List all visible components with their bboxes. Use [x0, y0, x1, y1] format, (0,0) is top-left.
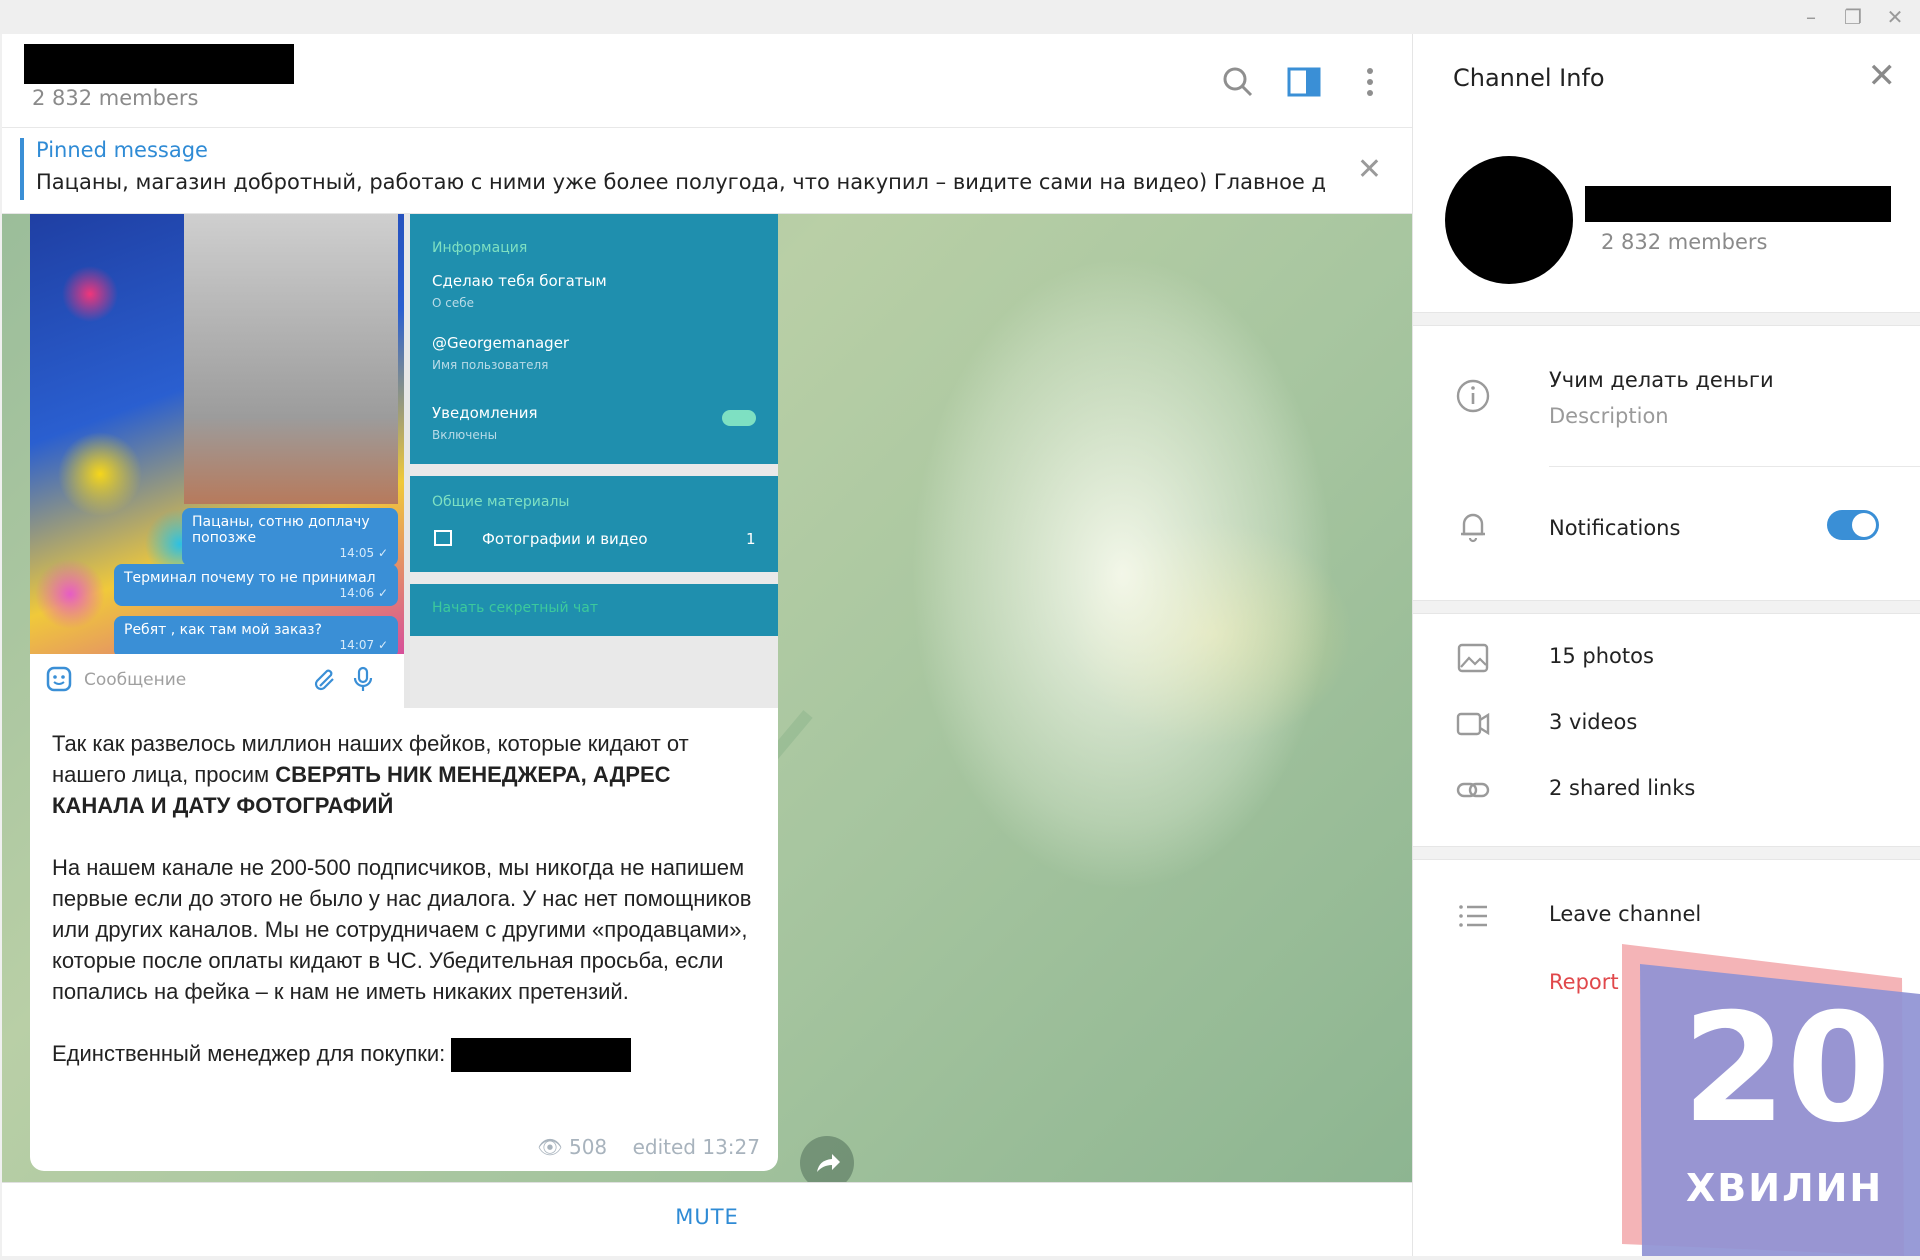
- videos-link[interactable]: 3 videos: [1549, 710, 1637, 734]
- member-count: 2 832 members: [32, 86, 199, 110]
- chat-header[interactable]: 2 832 members: [2, 34, 1412, 128]
- panel-member-count: 2 832 members: [1601, 230, 1768, 254]
- emoji-icon: [46, 666, 72, 692]
- screenshot-bubble: Терминал почему то не принимал 14:06 ✓: [114, 564, 398, 606]
- section-separator: [1413, 312, 1920, 326]
- redacted-manager: [451, 1038, 632, 1073]
- redacted-channel-title: [1585, 186, 1891, 222]
- attach-icon: [312, 666, 338, 692]
- photos-link[interactable]: 15 photos: [1549, 644, 1654, 668]
- section-separator: [1413, 600, 1920, 614]
- info-header: Информация: [432, 240, 528, 256]
- pinned-text: Пацаны, магазин добротный, работаю с ним…: [36, 170, 1326, 194]
- post-paragraph-2: На нашем канале не 200-500 подписчиков, …: [52, 855, 752, 1004]
- mute-button[interactable]: MUTE: [2, 1205, 1412, 1229]
- shared-header: Общие материалы: [432, 494, 570, 510]
- post-screenshot-image[interactable]: Пацаны, сотню доплачу попозже 14:05 ✓ Те…: [30, 214, 778, 708]
- compose-placeholder: Сообщение: [84, 670, 187, 690]
- profile-info-card: Информация Сделаю тебя богатым О себе @G…: [410, 214, 778, 464]
- pinned-message-bar[interactable]: Pinned message Пацаны, магазин добротный…: [2, 128, 1412, 214]
- chat-footer: MUTE: [2, 1182, 1412, 1256]
- maximize-button[interactable]: ❐: [1836, 4, 1870, 30]
- screenshot-bubble-text: Пацаны, сотню доплачу попозже: [192, 514, 370, 546]
- screenshot-bubble-text: Терминал почему то не принимал: [124, 570, 376, 586]
- close-panel-icon[interactable]: ✕: [1868, 56, 1897, 96]
- screenshot-bubble: Ребят , как там мой заказ? 14:07 ✓: [114, 616, 398, 658]
- minimize-button[interactable]: –: [1794, 4, 1828, 30]
- screenshot-bubble-time: 14:07 ✓: [339, 638, 388, 652]
- channel-avatar[interactable]: [1445, 156, 1573, 284]
- info-notifications-sub: Включены: [432, 428, 498, 442]
- microphone-icon: [350, 666, 376, 692]
- section-separator: [1413, 846, 1920, 860]
- post-text: Так как развелось миллион наших фейков, …: [52, 728, 752, 1103]
- pinned-title: Pinned message: [36, 138, 208, 162]
- search-icon[interactable]: [1218, 62, 1258, 102]
- post-paragraph-3: Единственный менеджер для покупки:: [52, 1038, 752, 1073]
- close-pinned-icon[interactable]: ✕: [1357, 152, 1382, 187]
- screenshot-bubble-time: 14:06 ✓: [339, 586, 388, 600]
- photo-icon: [434, 530, 452, 546]
- screenshot-bubble-text: Ребят , как там мой заказ?: [124, 622, 322, 638]
- receipt-photo: [184, 214, 398, 504]
- secret-chat-card: Начать секретный чат: [410, 584, 778, 636]
- views-icon: 👁: [537, 1135, 563, 1159]
- row-divider: [1549, 466, 1920, 467]
- watermark-word: ХВИЛИН: [1686, 1166, 1884, 1210]
- info-bio: Сделаю тебя богатым: [432, 272, 607, 290]
- info-username-sub: Имя пользователя: [432, 358, 549, 372]
- leave-channel-button[interactable]: Leave channel: [1549, 902, 1701, 926]
- report-button[interactable]: Report: [1549, 970, 1619, 994]
- pinned-accent-bar: [20, 138, 24, 200]
- info-username: @Georgemanager: [432, 334, 570, 352]
- description-label: Description: [1549, 404, 1669, 428]
- toggle-knob: [1852, 513, 1876, 537]
- links-link[interactable]: 2 shared links: [1549, 776, 1695, 800]
- channel-description: Учим делать деньги: [1549, 368, 1774, 392]
- info-toggle: [722, 410, 756, 426]
- bell-icon: [1455, 508, 1491, 544]
- shared-item: Фотографии и видео: [482, 530, 648, 548]
- info-notifications: Уведомления: [432, 404, 538, 422]
- notifications-label: Notifications: [1549, 516, 1681, 540]
- screenshot-compose-bar: Сообщение: [30, 654, 404, 708]
- list-icon: [1455, 898, 1491, 934]
- shared-media-card: Общие материалы Фотографии и видео 1: [410, 476, 778, 572]
- edited-time: edited 13:27: [632, 1135, 760, 1159]
- window-titlebar: – ❐ ✕: [0, 0, 1920, 34]
- link-icon: [1455, 772, 1491, 808]
- notifications-toggle[interactable]: [1827, 510, 1879, 540]
- info-bio-sub: О себе: [432, 296, 475, 310]
- panel-title: Channel Info: [1453, 64, 1605, 92]
- chat-pane: 2 832 members Pinned message Пацаны, маг…: [2, 34, 1412, 1256]
- screenshot-bubble-time: 14:05 ✓: [339, 546, 388, 560]
- photos-icon: [1455, 640, 1491, 676]
- close-window-button[interactable]: ✕: [1878, 4, 1912, 30]
- post-paragraph-1: Так как развелось миллион наших фейков, …: [52, 728, 752, 821]
- watermark-logo: 20 ХВИЛИН: [1622, 944, 1920, 1256]
- side-panel-toggle-icon[interactable]: [1284, 62, 1324, 102]
- watermark-number: 20: [1682, 982, 1891, 1156]
- more-menu-icon[interactable]: [1350, 62, 1390, 102]
- screenshot-bubble: Пацаны, сотню доплачу попозже 14:05 ✓: [182, 508, 398, 566]
- screenshot-profile-panel: Информация Сделаю тебя богатым О себе @G…: [410, 214, 778, 708]
- redacted-channel-name: [24, 44, 294, 84]
- shared-count: 1: [746, 530, 756, 548]
- post-meta: 👁 508 edited 13:27: [537, 1135, 760, 1159]
- video-icon: [1455, 706, 1491, 742]
- views-count: 508: [568, 1135, 608, 1159]
- channel-post-bubble[interactable]: Пацаны, сотню доплачу попозже 14:05 ✓ Те…: [30, 214, 778, 1171]
- manager-label: Единственный менеджер для покупки:: [52, 1041, 452, 1066]
- info-icon: [1455, 378, 1491, 414]
- secret-chat-label: Начать секретный чат: [432, 600, 598, 616]
